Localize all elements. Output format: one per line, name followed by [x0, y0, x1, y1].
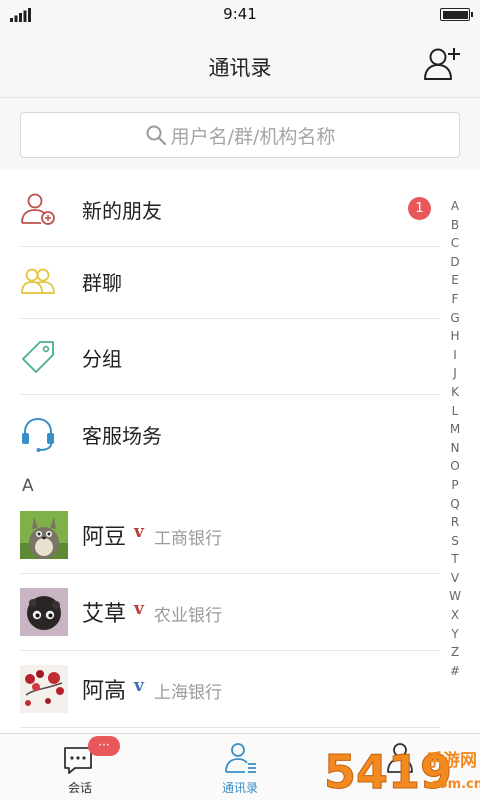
divider	[20, 573, 440, 574]
watermark-title: 手游网	[426, 750, 477, 771]
alphabet-index-letter[interactable]: W	[446, 587, 464, 606]
feature-label: 分组	[82, 347, 122, 371]
verified-icon: v	[134, 676, 144, 696]
alphabet-index-letter[interactable]: F	[446, 290, 464, 309]
search-area: 用户名/群/机构名称	[0, 98, 480, 170]
alphabet-index-letter[interactable]: N	[446, 439, 464, 458]
alphabet-index-letter[interactable]: Y	[446, 625, 464, 644]
section-header: A	[22, 476, 34, 496]
customer-service-row[interactable]: 客服场务	[0, 396, 440, 472]
alphabet-index-letter[interactable]: R	[446, 513, 464, 532]
avatar	[20, 665, 68, 713]
tab-label: 通讯录	[221, 781, 258, 795]
divider	[20, 650, 440, 651]
new-friends-row[interactable]: 新的朋友 1	[0, 171, 440, 247]
contact-name: 艾草	[82, 602, 127, 627]
tag-icon	[22, 341, 54, 373]
headset-icon	[22, 417, 54, 452]
feature-label: 新的朋友	[82, 199, 162, 223]
search-placeholder: 用户名/群/机构名称	[170, 125, 336, 148]
contact-org: 工商银行	[154, 529, 222, 549]
watermark-url: .com.cn	[426, 777, 480, 792]
add-contact-icon[interactable]	[422, 46, 462, 82]
avatar	[20, 511, 68, 559]
verified-icon: v	[134, 599, 144, 619]
status-time: 9:41	[223, 5, 257, 23]
contact-name: 阿豆	[82, 525, 127, 550]
contact-row[interactable]: 阿豆 v 工商银行	[0, 498, 440, 574]
contact-row[interactable]: 阿高 v 上海银行	[0, 652, 440, 728]
feature-label: 客服场务	[82, 424, 162, 448]
new-friend-icon	[21, 193, 55, 225]
group-chat-icon	[21, 268, 55, 294]
tab-label: 会话	[67, 781, 92, 795]
contact-org: 农业银行	[154, 606, 222, 626]
alphabet-index-letter[interactable]: A	[446, 197, 464, 216]
alphabet-index-letter[interactable]: V	[446, 569, 464, 588]
unread-badge: ···	[88, 736, 120, 756]
contact-org: 上海银行	[154, 683, 222, 703]
new-friends-badge: 1	[408, 197, 431, 220]
groups-row[interactable]: 分组	[0, 319, 440, 395]
alphabet-index-letter[interactable]: I	[446, 346, 464, 365]
nav-bar: 通讯录	[0, 30, 480, 98]
feature-label: 群聊	[82, 271, 122, 295]
alphabet-index-letter[interactable]: B	[446, 216, 464, 235]
alphabet-index-letter[interactable]: T	[446, 550, 464, 569]
search-input[interactable]: 用户名/群/机构名称	[20, 112, 460, 158]
alphabet-index-letter[interactable]: Q	[446, 495, 464, 514]
alphabet-index-letter[interactable]: H	[446, 327, 464, 346]
divider	[20, 394, 440, 395]
watermark-logo: 5419 手游网 .com.cn	[324, 745, 480, 800]
alphabet-index-letter[interactable]: Z	[446, 643, 464, 662]
tab-conversations[interactable]: ··· 会话	[0, 734, 160, 800]
alphabet-index-letter[interactable]: D	[446, 253, 464, 272]
divider	[20, 727, 440, 728]
verified-icon: v	[134, 522, 144, 542]
alphabet-index-letter[interactable]: X	[446, 606, 464, 625]
alphabet-index-letter[interactable]: E	[446, 271, 464, 290]
alphabet-index-letter[interactable]: K	[446, 383, 464, 402]
alphabet-index-letter[interactable]: L	[446, 402, 464, 421]
alphabet-index-letter[interactable]: S	[446, 532, 464, 551]
alphabet-index-letter[interactable]: C	[446, 234, 464, 253]
contact-row[interactable]: 艾草 v 农业银行	[0, 575, 440, 651]
alphabet-index-letter[interactable]: J	[446, 364, 464, 383]
page-title: 通讯录	[208, 56, 272, 80]
search-icon	[146, 125, 166, 146]
contact-name: 阿高	[82, 679, 127, 704]
alphabet-index-letter[interactable]: O	[446, 457, 464, 476]
battery-icon	[440, 8, 473, 21]
alphabet-index-letter[interactable]: G	[446, 309, 464, 328]
avatar	[20, 588, 68, 636]
alphabet-index-letter[interactable]: M	[446, 420, 464, 439]
alphabet-index-letter[interactable]: #	[446, 662, 464, 681]
contacts-icon	[225, 743, 256, 773]
group-chat-row[interactable]: 群聊	[0, 243, 440, 319]
status-bar: 9:41	[0, 0, 480, 30]
alphabet-index-letter[interactable]: P	[446, 476, 464, 495]
tab-contacts[interactable]: 通讯录	[160, 734, 320, 800]
alphabet-index[interactable]: A B C D E F G H I J K L M N O P Q R S T V W X Y Z #	[446, 197, 464, 680]
